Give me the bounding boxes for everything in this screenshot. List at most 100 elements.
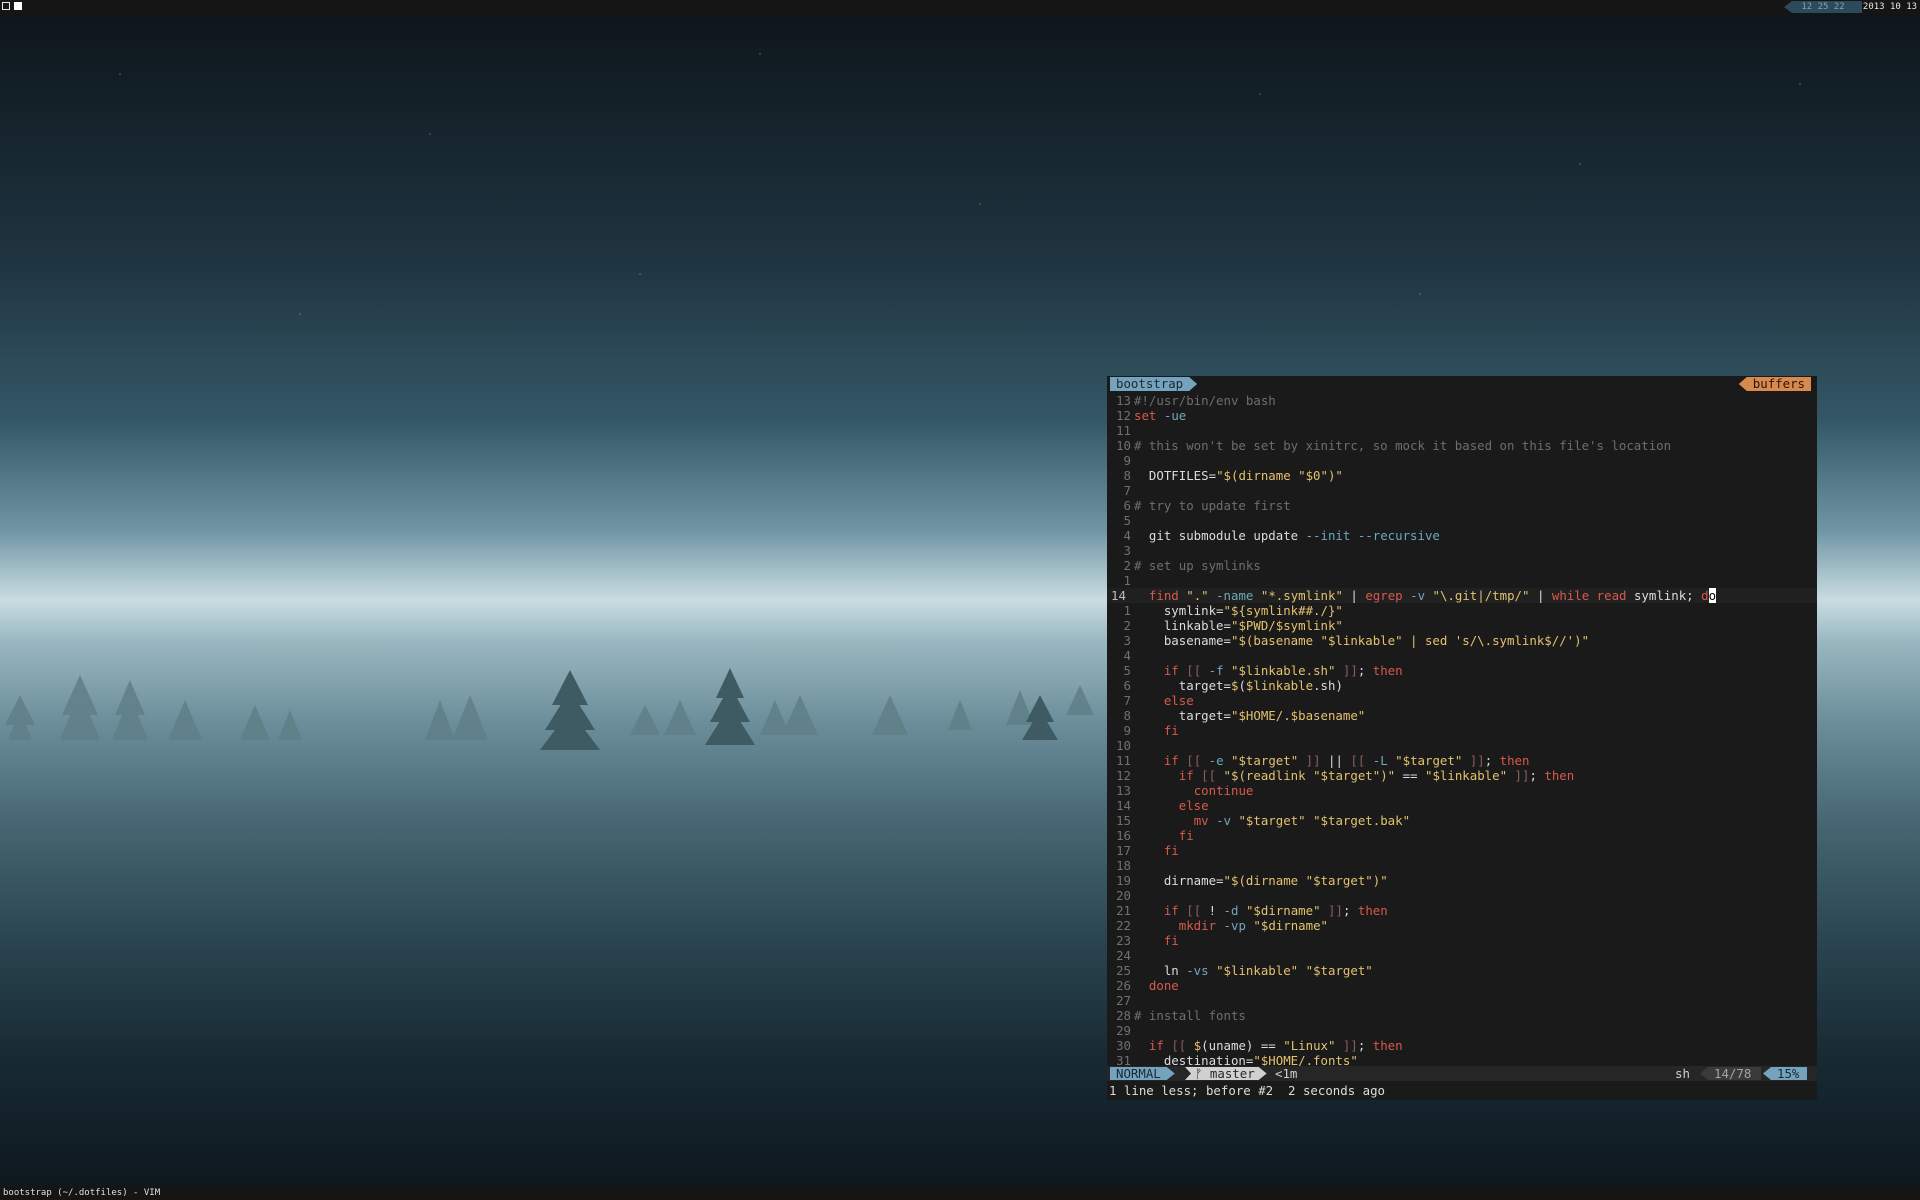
code-line[interactable]: 17 fi bbox=[1107, 843, 1817, 858]
code-line[interactable]: 6 target=$($linkable.sh) bbox=[1107, 678, 1817, 693]
code-line[interactable]: 19 dirname="$(dirname "$target")" bbox=[1107, 873, 1817, 888]
line-number: 27 bbox=[1116, 993, 1131, 1008]
line-number: 14 bbox=[1116, 798, 1131, 813]
code-line-current[interactable]: 14 find "." -name "*.symlink" | egrep -v… bbox=[1107, 588, 1817, 603]
line-text: mkdir -vp "$dirname" bbox=[1178, 918, 1329, 933]
code-line[interactable]: 5 if [[ -f "$linkable.sh" ]]; then bbox=[1107, 663, 1817, 678]
line-number: 26 bbox=[1116, 978, 1131, 993]
mode-indicator: NORMAL bbox=[1110, 1067, 1175, 1080]
line-number: 8 bbox=[1123, 708, 1131, 723]
code-line[interactable]: 8 DOTFILES="$(dirname "$0")" bbox=[1107, 468, 1817, 483]
code-line[interactable]: 7 else bbox=[1107, 693, 1817, 708]
line-text: # try to update first bbox=[1134, 498, 1291, 513]
code-line[interactable]: 4 git submodule update --init --recursiv… bbox=[1107, 528, 1817, 543]
line-number: 15 bbox=[1116, 813, 1131, 828]
line-number: 2 bbox=[1123, 558, 1131, 573]
filetype: sh bbox=[1675, 1066, 1690, 1081]
clock-date: 2013 10 13 bbox=[1862, 2, 1918, 12]
code-line[interactable]: 2 linkable="$PWD/$symlink" bbox=[1107, 618, 1817, 633]
code-line[interactable]: 12 if [[ "$(readlink "$target")" == "$li… bbox=[1107, 768, 1817, 783]
line-text: ln -vs "$linkable" "$target" bbox=[1134, 963, 1373, 978]
line-number: 1 bbox=[1123, 573, 1131, 588]
line-number: 5 bbox=[1123, 663, 1131, 678]
line-text: basename="$(basename "$linkable" | sed '… bbox=[1134, 633, 1590, 648]
line-text: fi bbox=[1178, 828, 1194, 843]
modified-time: <1m bbox=[1275, 1066, 1298, 1081]
code-line[interactable]: 14 else bbox=[1107, 798, 1817, 813]
code-line[interactable]: 11 bbox=[1107, 423, 1817, 438]
code-line[interactable]: 23 fi bbox=[1107, 933, 1817, 948]
bottom-status-bar: bootstrap (~/.dotfiles) - VIM bbox=[0, 1186, 1920, 1200]
line-number: 6 bbox=[1123, 498, 1131, 513]
line-number: 24 bbox=[1116, 948, 1131, 963]
code-line[interactable]: 7 bbox=[1107, 483, 1817, 498]
line-text: linkable="$PWD/$symlink" bbox=[1134, 618, 1343, 633]
code-line[interactable]: 21 if [[ ! -d "$dirname" ]]; then bbox=[1107, 903, 1817, 918]
line-text: find "." -name "*.symlink" | egrep -v "\… bbox=[1148, 588, 1717, 603]
code-line[interactable]: 12 set -ue bbox=[1107, 408, 1817, 423]
line-text: else bbox=[1163, 693, 1194, 708]
clock-time: 12 25 22 bbox=[1784, 1, 1862, 13]
line-number: 19 bbox=[1116, 873, 1131, 888]
code-line[interactable]: 22 mkdir -vp "$dirname" bbox=[1107, 918, 1817, 933]
code-line[interactable]: 20 bbox=[1107, 888, 1817, 903]
line-text: #!/usr/bin/env bash bbox=[1134, 393, 1276, 408]
code-line[interactable]: 15 mv -v "$target" "$target.bak" bbox=[1107, 813, 1817, 828]
code-editor[interactable]: 13 #!/usr/bin/env bash 12 set -ue 11 10 # this… bbox=[1107, 393, 1817, 1068]
line-text: continue bbox=[1193, 783, 1254, 798]
code-line[interactable]: 30 if [[ $(uname) == "Linux" ]]; then bbox=[1107, 1038, 1817, 1053]
tab-bootstrap[interactable]: bootstrap bbox=[1110, 377, 1197, 391]
code-line[interactable]: 8 target="$HOME/.$basename" bbox=[1107, 708, 1817, 723]
line-text: # set up symlinks bbox=[1134, 558, 1261, 573]
line-text: DOTFILES="$(dirname "$0")" bbox=[1134, 468, 1343, 483]
vim-tabline: bootstrap buffers bbox=[1107, 376, 1817, 392]
line-number: 12 bbox=[1116, 768, 1131, 783]
code-line[interactable]: 10 bbox=[1107, 738, 1817, 753]
line-number: 3 bbox=[1123, 633, 1131, 648]
code-line[interactable]: 29 bbox=[1107, 1023, 1817, 1038]
code-line[interactable]: 16 fi bbox=[1107, 828, 1817, 843]
code-line[interactable]: 25 ln -vs "$linkable" "$target" bbox=[1107, 963, 1817, 978]
line-number: 9 bbox=[1123, 723, 1131, 738]
code-line[interactable]: 13 continue bbox=[1107, 783, 1817, 798]
code-line[interactable]: 1 bbox=[1107, 573, 1817, 588]
line-number: 29 bbox=[1116, 1023, 1131, 1038]
vim-statusline: NORMAL ᚠ master <1m sh 14/78 15% bbox=[1107, 1066, 1817, 1081]
line-text: fi bbox=[1163, 933, 1179, 948]
code-line[interactable]: 10 # this won't be set by xinitrc, so moc… bbox=[1107, 438, 1817, 453]
line-number: 30 bbox=[1116, 1038, 1131, 1053]
cursor-position: 14/78 bbox=[1700, 1067, 1762, 1080]
line-number: 16 bbox=[1116, 828, 1131, 843]
code-line[interactable]: 18 bbox=[1107, 858, 1817, 873]
line-text: if [[ -f "$linkable.sh" ]]; then bbox=[1163, 663, 1403, 678]
code-line[interactable]: 3 basename="$(basename "$linkable" | sed… bbox=[1107, 633, 1817, 648]
line-number: 11 bbox=[1116, 423, 1131, 438]
workspace-2-indicator[interactable] bbox=[14, 2, 22, 10]
line-number: 21 bbox=[1116, 903, 1131, 918]
code-line[interactable]: 27 bbox=[1107, 993, 1817, 1008]
vim-window[interactable]: bootstrap buffers 13 #!/usr/bin/env bash 1… bbox=[1107, 376, 1817, 1100]
line-text: git submodule update --init --recursive bbox=[1134, 528, 1440, 543]
code-line[interactable]: 4 bbox=[1107, 648, 1817, 663]
line-text: fi bbox=[1163, 723, 1179, 738]
code-line[interactable]: 2 # set up symlinks bbox=[1107, 558, 1817, 573]
code-line[interactable]: 28 # install fonts bbox=[1107, 1008, 1817, 1023]
line-number: 3 bbox=[1123, 543, 1131, 558]
line-number: 5 bbox=[1123, 513, 1131, 528]
code-line[interactable]: 13 #!/usr/bin/env bash bbox=[1107, 393, 1817, 408]
code-line[interactable]: 26 done bbox=[1107, 978, 1817, 993]
code-line[interactable]: 9 fi bbox=[1107, 723, 1817, 738]
code-line[interactable]: 3 bbox=[1107, 543, 1817, 558]
code-line[interactable]: 9 bbox=[1107, 453, 1817, 468]
code-line[interactable]: 24 bbox=[1107, 948, 1817, 963]
code-line[interactable]: 6 # try to update first bbox=[1107, 498, 1817, 513]
tab-buffers-label[interactable]: buffers bbox=[1738, 377, 1811, 391]
code-line[interactable]: 11 if [[ -e "$target" ]] || [[ -L "$targ… bbox=[1107, 753, 1817, 768]
code-line[interactable]: 1 symlink="${symlink##./}" bbox=[1107, 603, 1817, 618]
line-number: 25 bbox=[1116, 963, 1131, 978]
code-line[interactable]: 5 bbox=[1107, 513, 1817, 528]
workspace-1-indicator[interactable] bbox=[2, 2, 10, 10]
line-text: fi bbox=[1163, 843, 1179, 858]
line-number: 1 bbox=[1123, 603, 1131, 618]
line-number: 22 bbox=[1116, 918, 1131, 933]
